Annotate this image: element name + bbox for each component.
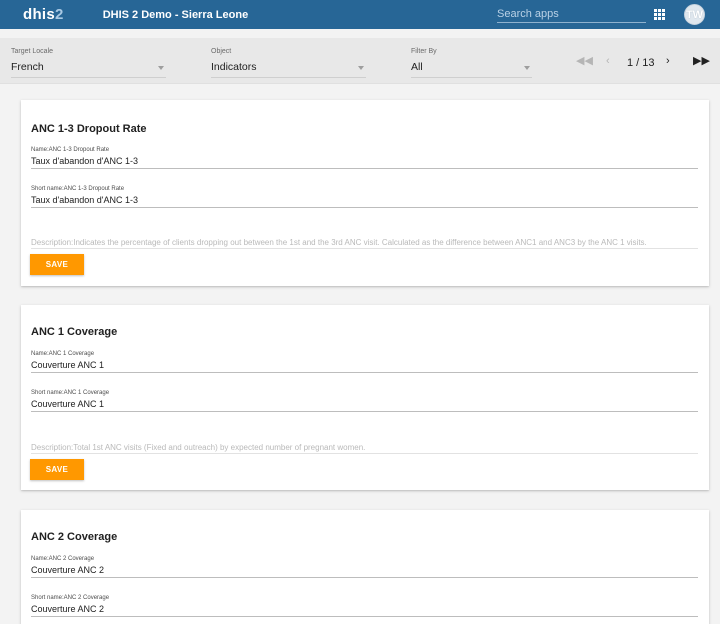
name-label: Name:ANC 1-3 Dropout Rate (31, 147, 110, 153)
last-page-icon[interactable]: ▶▶ (693, 54, 710, 68)
save-button[interactable]: SAVE (30, 459, 84, 480)
name-label: Name:ANC 1 Coverage (31, 351, 95, 357)
app-header: dhis2 DHIS 2 Demo - Sierra Leone TW (0, 0, 720, 29)
translation-card: ANC 1 Coverage Name:ANC 1 Coverage Short… (21, 305, 709, 490)
short-name-input[interactable] (31, 398, 698, 411)
card-title: ANC 2 Coverage (31, 531, 118, 543)
name-field: Name:ANC 1 Coverage (31, 350, 698, 373)
short-name-field: Short name:ANC 2 Coverage (31, 594, 698, 617)
description-field[interactable]: Description:Indicates the percentage of … (31, 237, 698, 249)
object-label: Object (211, 48, 232, 55)
short-name-label: Short name:ANC 1-3 Dropout Rate (31, 186, 125, 192)
next-page-icon[interactable]: › (666, 54, 670, 68)
app-title: DHIS 2 Demo - Sierra Leone (102, 8, 249, 21)
filter-by-value: All (411, 61, 423, 73)
search-apps-field (497, 4, 646, 23)
user-avatar[interactable]: TW (684, 4, 705, 25)
short-name-input[interactable] (31, 194, 698, 207)
card-title: ANC 1-3 Dropout Rate (31, 123, 147, 135)
target-locale-label: Target Locale (11, 48, 54, 55)
filter-by-select[interactable]: Filter By All (411, 47, 532, 78)
translation-card: ANC 2 Coverage Name:ANC 2 Coverage Short… (21, 510, 709, 624)
translation-card: ANC 1-3 Dropout Rate Name:ANC 1-3 Dropou… (21, 100, 709, 286)
logo-number: 2 (55, 6, 64, 23)
object-value: Indicators (211, 61, 257, 73)
chevron-down-icon (158, 66, 164, 70)
short-name-label: Short name:ANC 2 Coverage (31, 595, 110, 601)
card-title: ANC 1 Coverage (31, 326, 118, 338)
name-label: Name:ANC 2 Coverage (31, 556, 95, 562)
target-locale-value: French (11, 61, 44, 73)
apps-grid-icon[interactable] (654, 9, 665, 20)
chevron-down-icon (524, 66, 530, 70)
save-button[interactable]: SAVE (30, 254, 84, 275)
description-field[interactable]: Description:Total 1st ANC visits (Fixed … (31, 442, 698, 454)
chevron-down-icon (358, 66, 364, 70)
name-input[interactable] (31, 564, 698, 577)
object-select[interactable]: Object Indicators (211, 47, 366, 78)
short-name-label: Short name:ANC 1 Coverage (31, 390, 110, 396)
first-page-icon[interactable]: ◀◀ (576, 54, 593, 68)
name-input[interactable] (31, 359, 698, 372)
search-apps-input[interactable] (497, 5, 646, 23)
filter-toolbar: Target Locale French Object Indicators F… (0, 38, 720, 84)
prev-page-icon[interactable]: ‹ (606, 54, 610, 68)
avatar-initials: TW (685, 8, 704, 21)
target-locale-select[interactable]: Target Locale French (11, 47, 166, 78)
dhis2-logo[interactable]: dhis2 (23, 6, 64, 23)
page-indicator: 1 / 13 (627, 57, 655, 69)
short-name-field: Short name:ANC 1-3 Dropout Rate (31, 185, 698, 208)
name-field: Name:ANC 2 Coverage (31, 555, 698, 578)
short-name-input[interactable] (31, 603, 698, 616)
logo-main: dhis (23, 6, 56, 23)
short-name-field: Short name:ANC 1 Coverage (31, 389, 698, 412)
name-field: Name:ANC 1-3 Dropout Rate (31, 146, 698, 169)
name-input[interactable] (31, 155, 698, 168)
filter-by-label: Filter By (411, 48, 437, 55)
